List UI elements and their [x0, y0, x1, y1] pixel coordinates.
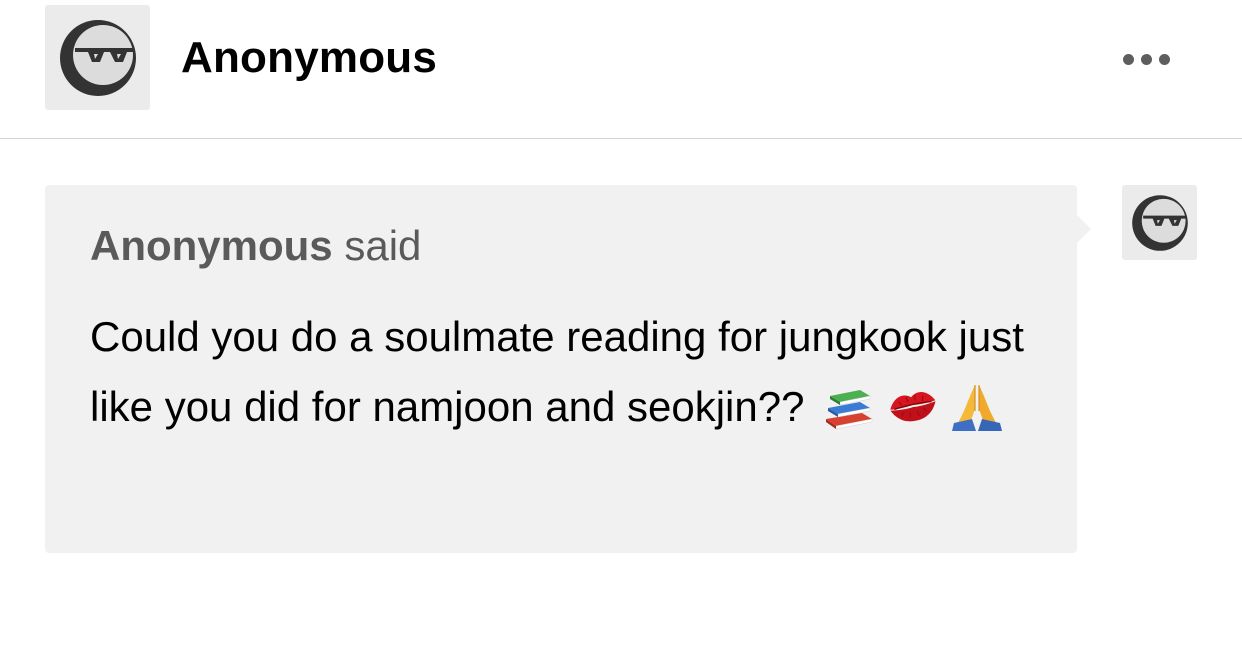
asker-line: Anonymous said: [90, 220, 421, 272]
author-avatar[interactable]: [45, 5, 150, 110]
said-label: said: [344, 222, 422, 269]
asker-avatar[interactable]: [1122, 185, 1197, 260]
asker-name[interactable]: Anonymous: [90, 222, 333, 269]
author-name[interactable]: Anonymous: [181, 30, 437, 86]
folded-hands-emoji: [952, 384, 1003, 431]
kiss-mark-emoji: [890, 391, 936, 422]
emoji-row: [822, 379, 1004, 433]
ask-bubble: Anonymous said Could you do a soulmate r…: [45, 185, 1091, 553]
more-options-button[interactable]: [1114, 46, 1178, 72]
question-body: Could you do a soulmate reading for jung…: [90, 302, 1050, 442]
anonymous-sunglasses-icon: [1131, 194, 1188, 251]
anonymous-sunglasses-icon: [59, 19, 136, 96]
post-header: Anonymous: [0, 0, 1242, 139]
more-options-icon: [1122, 53, 1134, 65]
books-emoji: [826, 389, 873, 430]
more-options-icon-dot: [1158, 53, 1170, 65]
more-options-icon-dot: [1140, 53, 1152, 65]
